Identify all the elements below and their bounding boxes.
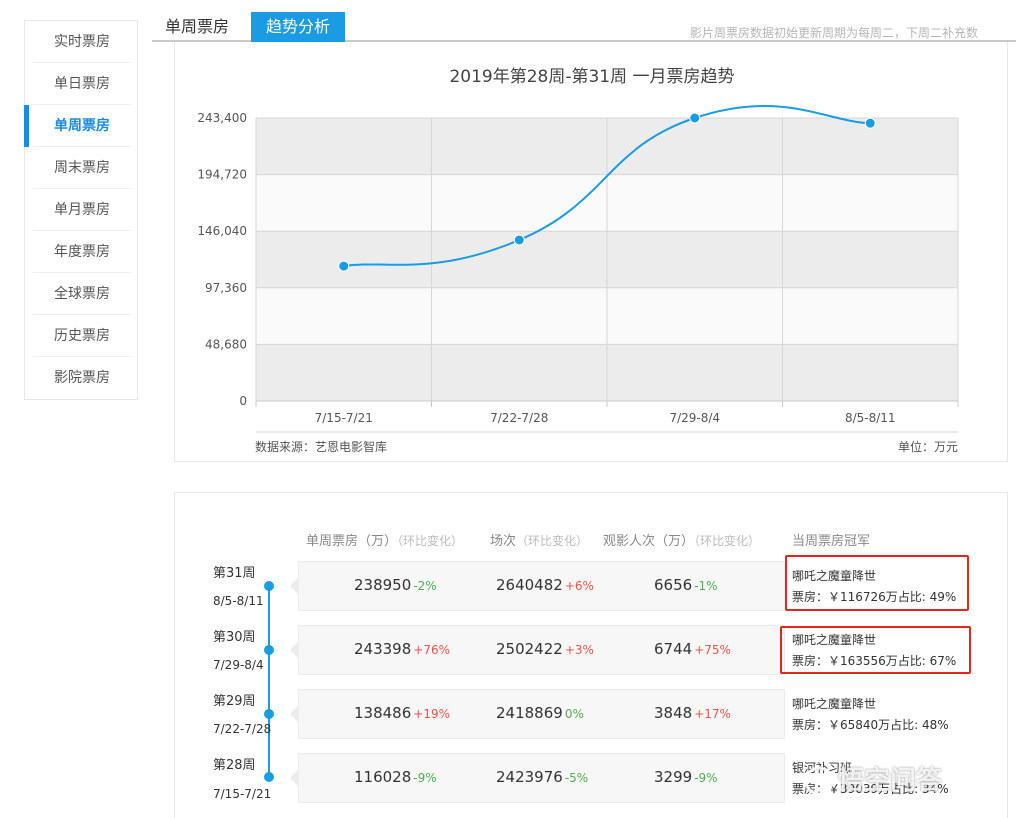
data-point [338, 260, 350, 272]
x-tick-label: 7/22-7/28 [490, 411, 548, 425]
sidebar-item-yearly[interactable]: 年度票房 [33, 231, 131, 273]
champion-title[interactable]: 哪吒之魔童降世 [792, 695, 876, 712]
sidebar-item-monthly[interactable]: 单月票房 [33, 189, 131, 231]
tab-weekly-boxoffice[interactable]: 单周票房 [165, 12, 245, 42]
cell-boxoffice: 238950 -2% [354, 576, 437, 594]
cell-boxoffice: 243398 +76% [354, 640, 450, 658]
week-range: 7/15-7/21 [213, 787, 272, 801]
timeline-dot [264, 709, 274, 719]
unit-note: 单位：万元 [898, 439, 958, 454]
week-label: 第28周 [213, 758, 256, 773]
sidebar-nav: 实时票房 单日票房 单周票房 周末票房 单月票房 年度票房 全球票房 历史票房 … [24, 20, 138, 400]
x-tick-label: 7/15-7/21 [315, 411, 373, 425]
champion-boxoffice-share: 票房：￥65840万占比: 48% [792, 718, 949, 732]
sidebar-item-realtime[interactable]: 实时票房 [33, 21, 131, 63]
cell-viewers: 3848 +17% [654, 704, 731, 722]
sidebar-active-indicator [24, 105, 29, 147]
week-label: 第30周 [213, 630, 256, 645]
timeline-dot [264, 772, 274, 782]
week-range: 7/29-8/4 [213, 658, 264, 672]
y-tick-label: 194,720 [197, 168, 247, 182]
row-pointer [290, 706, 298, 722]
header-boxoffice: 单周票房（万）（环比变化） [306, 534, 464, 549]
data-source-note: 数据来源：艺恩电影智库 [255, 439, 387, 454]
y-tick-label: 48,680 [205, 337, 247, 351]
row-pointer [290, 642, 298, 658]
cell-boxoffice: 116028 -9% [354, 768, 437, 786]
x-tick-label: 7/29-8/4 [669, 411, 720, 425]
chart-title: 2019年第28周-第31周 一月票房趋势 [449, 67, 734, 87]
x-tick-label: 8/5-8/11 [845, 411, 896, 425]
row-pointer [290, 770, 298, 786]
cell-viewers: 6656 -1% [654, 576, 718, 594]
header-shows: 场次（环比变化） [490, 534, 589, 549]
sidebar-item-weekly[interactable]: 单周票房 [33, 105, 131, 147]
header-champion: 当周票房冠军 [792, 534, 871, 549]
y-tick-label: 243,400 [197, 111, 247, 125]
tab-trend-analysis[interactable]: 趋势分析 [251, 12, 345, 42]
cell-viewers: 3299 -9% [654, 768, 718, 786]
header-viewers: 观影人次（万）（环比变化） [603, 534, 761, 549]
sidebar-item-cinema[interactable]: 影院票房 [33, 357, 131, 399]
update-notice: 影片周票房数据初始更新周期为每周二，下周二补充数 [690, 26, 979, 40]
cell-shows: 2640482 +6% [496, 576, 594, 594]
cell-shows: 2423976 -5% [496, 768, 589, 786]
cell-shows: 2418869 0% [496, 704, 584, 722]
sidebar-item-global[interactable]: 全球票房 [33, 273, 131, 315]
cell-viewers: 6744 +75% [654, 640, 731, 658]
cell-boxoffice: 138486 +19% [354, 704, 450, 722]
cell-shows: 2502422 +3% [496, 640, 594, 658]
watermark-logo-icon [804, 766, 834, 796]
y-tick-label: 146,040 [197, 224, 247, 238]
data-point [513, 234, 525, 246]
highlight-box [780, 626, 971, 674]
trend-chart-panel: 2019年第28周-第31周 一月票房趋势 0 48,680 97,360 146,04… [174, 42, 1008, 462]
sidebar-item-weekend[interactable]: 周末票房 [33, 147, 131, 189]
week-label: 第29周 [213, 694, 256, 709]
trend-line-chart: 2019年第28周-第31周 一月票房趋势 0 48,680 97,360 146,04… [197, 67, 959, 454]
data-point [864, 117, 876, 129]
week-range: 8/5-8/11 [213, 594, 264, 608]
data-point [689, 112, 701, 124]
timeline-dot [264, 645, 274, 655]
week-label: 第31周 [213, 566, 256, 581]
watermark-text: 悟空问答 [838, 766, 943, 796]
row-pointer [290, 578, 298, 594]
y-tick-label: 0 [239, 394, 247, 408]
week-range: 7/22-7/28 [213, 722, 272, 736]
y-tick-label: 97,360 [205, 281, 247, 295]
timeline-line [268, 586, 270, 778]
sidebar-item-daily[interactable]: 单日票房 [33, 63, 131, 105]
sidebar-item-history[interactable]: 历史票房 [33, 315, 131, 357]
highlight-box [785, 555, 969, 611]
timeline-dot [264, 581, 274, 591]
